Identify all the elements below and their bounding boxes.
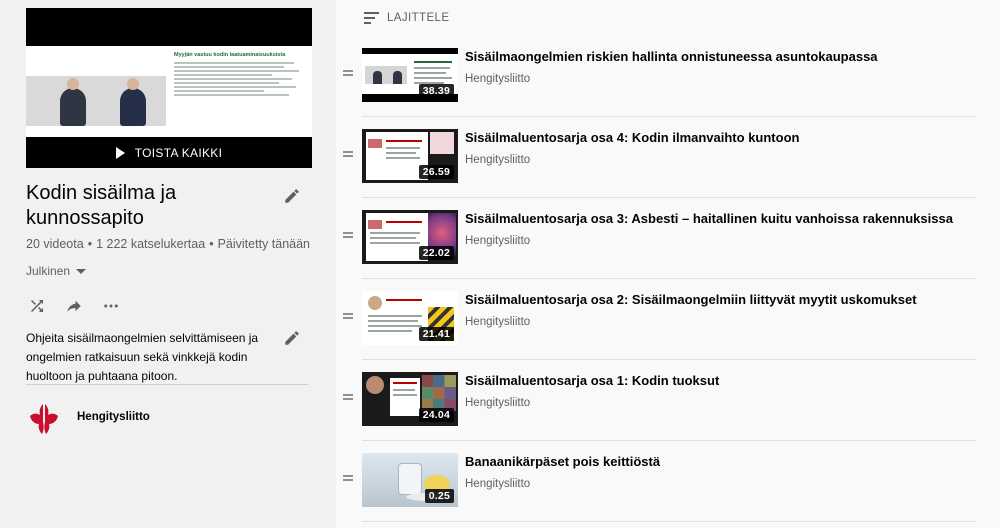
shuffle-icon [31,300,43,312]
playlist-sidebar: Myyjän vastuu kodin laatuaminaisuuksista… [0,0,336,528]
play-icon [115,146,125,159]
privacy-dropdown[interactable]: Julkinen [26,264,87,278]
drag-handle-icon[interactable] [343,313,353,319]
video-channel[interactable]: Hengitysliitto [465,235,530,247]
row-divider [362,521,976,522]
more-actions-button[interactable] [100,296,122,316]
hero-slide-content: Myyjän vastuu kodin laatuaminaisuuksista [174,52,308,132]
shuffle-button[interactable] [26,296,48,316]
video-thumbnail[interactable]: 0.25 [362,453,458,507]
more-horizontal-icon [104,304,118,308]
drag-handle-icon[interactable] [343,394,353,400]
sort-button[interactable]: LAJITTELE [364,8,449,28]
video-duration: 22.02 [418,246,454,260]
hero-slide-frame: Myyjän vastuu kodin laatuaminaisuuksista [26,46,312,137]
caret-down-icon [76,268,87,274]
video-channel[interactable]: Hengitysliitto [465,154,530,166]
video-duration: 0.25 [424,489,454,503]
channel-name[interactable]: Hengitysliitto [77,411,150,423]
stats-separator: • [87,237,93,251]
sidebar-divider [26,384,308,385]
playlist-video-list: 38.39 Sisäilmaongelmien riskien hallinta… [340,36,976,522]
video-count: 20 videota [26,237,84,251]
playlist-stats: 20 videota • 1 222 katselukertaa • Päivi… [26,237,310,251]
playlist-title: Kodin sisäilma ja kunnossapito [26,182,177,229]
pencil-icon[interactable] [283,187,301,205]
stats-separator: • [209,237,214,251]
hero-slide-title: Myyjän vastuu kodin laatuaminaisuuksista [174,52,286,58]
share-button[interactable] [63,296,85,316]
video-title[interactable]: Sisäilmaluentosarja osa 3: Asbesti – hai… [465,211,953,226]
share-icon [67,300,81,312]
video-title[interactable]: Sisäilmaongelmien riskien hallinta onnis… [465,49,878,64]
video-title[interactable]: Sisäilmaluentosarja osa 2: Sisäilmaongel… [465,292,917,307]
updated-date: Päivitetty tänään [217,237,310,251]
sort-label: LAJITTELE [387,12,450,24]
video-channel[interactable]: Hengitysliitto [465,73,530,85]
drag-handle-icon[interactable] [343,232,353,238]
play-all-label: TOISTA KAIKKI [134,145,223,160]
video-duration: 24.04 [418,408,454,422]
video-thumbnail[interactable]: 21.41 [362,291,458,345]
speaker-head [67,78,79,90]
video-title[interactable]: Sisäilmaluentosarja osa 4: Kodin ilmanva… [465,130,799,145]
privacy-value: Julkinen [26,264,71,278]
list-item[interactable]: 22.02 Sisäilmaluentosarja osa 3: Asbesti… [340,198,976,279]
video-thumbnail[interactable]: 26.59 [362,129,458,183]
drag-handle-icon[interactable] [343,475,353,481]
speaker-head [127,78,139,90]
channel-logo-icon[interactable] [26,400,62,436]
playlist-hero-thumbnail[interactable]: Myyjän vastuu kodin laatuaminaisuuksista… [26,8,312,168]
pencil-icon[interactable] [283,329,301,347]
sort-icon [364,12,379,24]
video-channel[interactable]: Hengitysliitto [465,397,530,409]
video-duration: 38.39 [418,84,454,98]
video-thumbnail[interactable]: 22.02 [362,210,458,264]
speaker-figure [120,88,146,126]
list-item[interactable]: 24.04 Sisäilmaluentosarja osa 1: Kodin t… [340,360,976,441]
video-thumbnail[interactable]: 38.39 [362,48,458,102]
video-title[interactable]: Sisäilmaluentosarja osa 1: Kodin tuoksut [465,373,719,388]
speaker-figure [60,88,86,126]
video-channel[interactable]: Hengitysliitto [465,478,530,490]
playlist-description: Ohjeita sisäilmaongelmien selvittämiseen… [26,331,259,383]
play-all-button[interactable]: TOISTA KAIKKI [26,137,312,168]
drag-handle-icon[interactable] [343,151,353,157]
list-item[interactable]: 38.39 Sisäilmaongelmien riskien hallinta… [340,36,976,117]
video-channel[interactable]: Hengitysliitto [465,316,530,328]
playlist-actions [26,296,122,316]
drag-handle-icon[interactable] [343,70,353,76]
list-item[interactable]: 26.59 Sisäilmaluentosarja osa 4: Kodin i… [340,117,976,198]
video-thumbnail[interactable]: 24.04 [362,372,458,426]
view-count: 1 222 katselukertaa [96,237,206,251]
video-duration: 21.41 [418,327,454,341]
video-duration: 26.59 [418,165,454,179]
video-title[interactable]: Banaanikärpäset pois keittiöstä [465,454,660,469]
hero-webinar-video [26,76,166,126]
list-item[interactable]: 21.41 Sisäilmaluentosarja osa 2: Sisäilm… [340,279,976,360]
list-item[interactable]: 0.25 Banaanikärpäset pois keittiöstä Hen… [340,441,976,522]
